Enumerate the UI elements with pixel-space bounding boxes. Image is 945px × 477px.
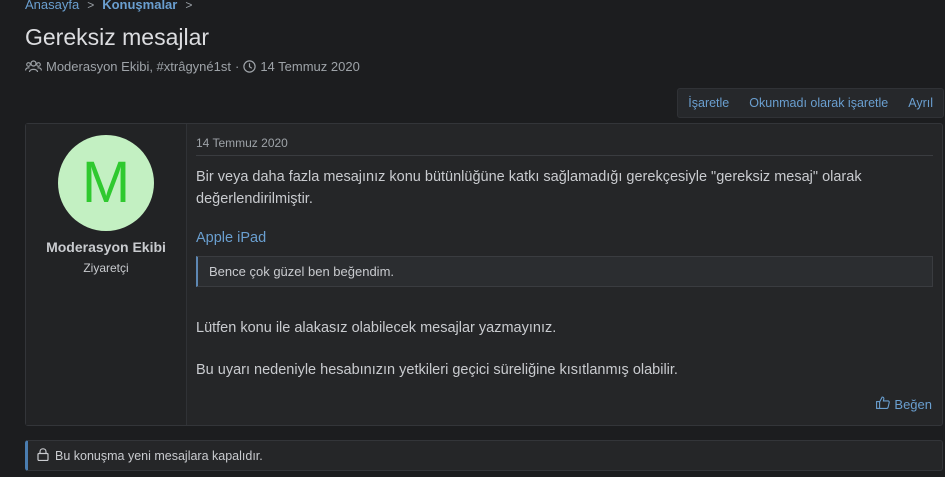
participants-text[interactable]: Moderasyon Ekibi, #xtrâgyné1st [46,59,231,74]
closed-notice: Bu konuşma yeni mesajlara kapalıdır. [25,440,943,471]
message-paragraph-2: Lütfen konu ile alakasız olabilecek mesa… [196,320,557,336]
message-paragraph-1: Bir veya daha fazla mesajınız konu bütün… [196,169,862,207]
thread-date: 14 Temmuz 2020 [260,59,360,74]
breadcrumb: Anasayfa > Konuşmalar > [25,0,192,12]
meta-separator: · [234,59,240,74]
breadcrumb-home[interactable]: Anasayfa [25,0,79,12]
closed-notice-text: Bu konuşma yeni mesajlara kapalıdır. [55,448,263,463]
clock-icon [243,60,257,73]
like-label: Beğen [894,396,932,412]
quote-title[interactable]: Apple iPad [196,230,266,246]
quote-block: Bence çok güzel ben beğendim. [196,256,933,287]
thread-meta: Moderasyon Ekibi, #xtrâgyné1st · 14 Temm… [25,59,360,74]
lock-icon [37,447,49,464]
mark-unread-button[interactable]: Okunmadı olarak işaretle [739,89,898,117]
chevron-right-icon: > [87,0,95,12]
message-paragraph-3: Bu uyarı nedeniyle hesabınızın yetkileri… [196,362,678,378]
breadcrumb-conversations[interactable]: Konuşmalar [102,0,177,12]
message-divider [196,155,933,156]
mark-button[interactable]: İşaretle [678,89,739,117]
message-username[interactable]: Moderasyon Ekibi [26,239,186,255]
thumbs-up-icon [876,396,891,412]
page-title: Gereksiz mesajlar [25,24,210,50]
users-icon [25,60,42,73]
chevron-right-icon: > [185,0,193,12]
message-date[interactable]: 14 Temmuz 2020 [196,136,288,150]
like-button[interactable]: Beğen [876,396,932,412]
thread-toolbar: İşaretle Okunmadı olarak işaretle Ayrıl [677,88,944,118]
avatar[interactable]: M [58,135,154,231]
leave-button[interactable]: Ayrıl [898,89,943,117]
message-user-column: M Moderasyon Ekibi Ziyaretçi [26,124,187,425]
message-user-title: Ziyaretçi [83,261,129,275]
message-card: M Moderasyon Ekibi Ziyaretçi 14 Temmuz 2… [25,123,943,426]
